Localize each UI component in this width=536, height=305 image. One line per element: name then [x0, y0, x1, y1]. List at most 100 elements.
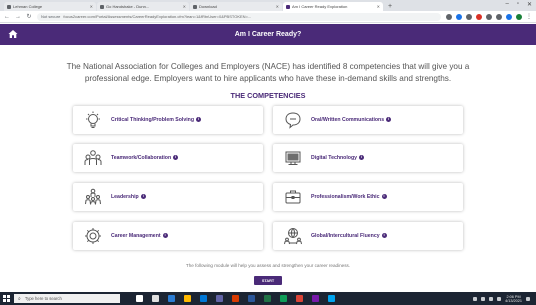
info-icon[interactable]: i — [162, 233, 168, 239]
not-secure-label: Not secure — [41, 14, 61, 19]
battery-icon[interactable] — [497, 296, 502, 301]
info-icon[interactable]: i — [386, 117, 392, 123]
new-tab-button[interactable]: + — [384, 2, 396, 11]
tab-title: Go Handshake - Dunn... — [106, 4, 150, 9]
browser-tab-strip: Lehman College ✕ Go Handshake - Dunn... … — [0, 0, 536, 11]
menu-icon[interactable]: ⋮ — [526, 13, 532, 20]
info-icon[interactable]: i — [173, 155, 179, 161]
competency-card-global-fluency[interactable]: Global/Intercultural Fluency i — [273, 222, 463, 250]
address-bar-row: ← → ↻ Not secure focus2career.com/Portal… — [0, 11, 536, 23]
teams-icon[interactable] — [216, 295, 223, 302]
gears-icon — [83, 226, 103, 246]
forward-icon[interactable]: → — [15, 14, 21, 20]
speech-bubble-icon — [283, 110, 303, 130]
competency-label: Teamwork/Collaboration i — [111, 155, 179, 161]
info-icon[interactable]: i — [140, 194, 146, 200]
favicon-icon — [286, 4, 290, 9]
onenote-icon[interactable] — [312, 295, 319, 302]
competency-card-communications[interactable]: Oral/Written Communications i — [273, 106, 463, 134]
info-icon[interactable]: i — [381, 194, 387, 200]
competency-label: Critical Thinking/Problem Solving i — [111, 117, 202, 123]
favicon-icon — [193, 4, 197, 9]
taskbar-search-input[interactable]: ⌕ Type here to search — [14, 294, 120, 303]
taskbar-apps — [136, 295, 335, 302]
browser-tab-active[interactable]: Am I Career Ready Exploration ✕ — [283, 2, 383, 11]
start-button[interactable]: START — [254, 276, 282, 285]
competencies-heading: THE COMPETENCIES — [230, 91, 306, 100]
extension-icon[interactable] — [486, 13, 492, 20]
back-icon[interactable]: ← — [4, 14, 10, 20]
close-tab-icon[interactable]: ✕ — [87, 4, 93, 9]
edge-icon[interactable] — [200, 295, 207, 302]
close-window-icon[interactable]: ✕ — [527, 1, 532, 8]
global-people-icon — [283, 226, 303, 246]
leadership-icon — [83, 187, 103, 207]
tab-title: Download — [199, 4, 217, 9]
extensions: ⋮ — [446, 13, 532, 20]
network-icon[interactable] — [473, 296, 478, 301]
app-icon[interactable] — [328, 295, 335, 302]
competency-card-critical-thinking[interactable]: Critical Thinking/Problem Solving i — [73, 106, 263, 134]
star-icon[interactable] — [446, 13, 452, 20]
app-icon[interactable] — [152, 295, 159, 302]
excel-icon[interactable] — [264, 295, 271, 302]
briefcase-icon — [283, 187, 303, 207]
task-view-icon[interactable] — [136, 295, 143, 302]
address-input[interactable]: Not secure focus2career.com/Portal/Asses… — [37, 12, 441, 21]
volume-icon[interactable] — [489, 296, 494, 301]
competency-label: Global/Intercultural Fluency i — [311, 233, 387, 239]
extension-icon[interactable] — [476, 13, 482, 20]
close-tab-icon[interactable]: ✕ — [273, 4, 279, 9]
extension-icon[interactable] — [496, 13, 502, 20]
system-tray: 2:06 PM 4/13/2021 — [473, 295, 536, 303]
chevron-up-icon[interactable] — [481, 296, 486, 301]
competency-label: Leadership i — [111, 194, 146, 200]
tab-title: Lehman College — [13, 4, 43, 9]
windows-start-icon[interactable] — [0, 292, 12, 305]
info-icon[interactable]: i — [196, 117, 202, 123]
maximize-icon[interactable]: ▫ — [517, 1, 519, 8]
extension-icon[interactable] — [506, 13, 512, 20]
app-icon[interactable] — [168, 295, 175, 302]
clock[interactable]: 2:06 PM 4/13/2021 — [505, 295, 522, 303]
browser-tab[interactable]: Download ✕ — [190, 2, 282, 11]
team-icon — [83, 148, 103, 168]
home-icon[interactable] — [6, 27, 20, 41]
close-tab-icon[interactable]: ✕ — [180, 4, 186, 9]
competency-card-teamwork[interactable]: Teamwork/Collaboration i — [73, 144, 263, 172]
competency-label: Digital Technology i — [311, 155, 365, 161]
extension-icon[interactable] — [456, 13, 462, 20]
competency-label: Career Management i — [111, 233, 168, 239]
word-icon[interactable] — [248, 295, 255, 302]
info-icon[interactable]: i — [359, 155, 365, 161]
competency-card-leadership[interactable]: Leadership i — [73, 183, 263, 211]
close-tab-icon[interactable]: ✕ — [374, 4, 380, 9]
profile-avatar[interactable] — [516, 13, 522, 20]
powerpoint-icon[interactable] — [232, 295, 239, 302]
minimize-icon[interactable]: – — [505, 1, 508, 8]
window-controls: – ▫ ✕ — [505, 1, 532, 8]
app-icon[interactable] — [296, 295, 303, 302]
page-title: Am I Career Ready? — [234, 31, 302, 38]
lightbulb-icon — [83, 110, 103, 130]
browser-tab[interactable]: Lehman College ✕ — [4, 2, 96, 11]
app-header: Am I Career Ready? — [0, 24, 536, 45]
chrome-icon[interactable] — [280, 295, 287, 302]
browser-tab[interactable]: Go Handshake - Dunn... ✕ — [97, 2, 189, 11]
extension-icon[interactable] — [466, 13, 472, 20]
computer-icon — [283, 148, 303, 168]
notification-icon[interactable] — [526, 296, 530, 301]
file-explorer-icon[interactable] — [184, 295, 191, 302]
info-icon[interactable]: i — [381, 233, 387, 239]
favicon-icon — [7, 4, 11, 9]
reload-icon[interactable]: ↻ — [26, 13, 32, 20]
competency-card-digital-technology[interactable]: Digital Technology i — [273, 144, 463, 172]
search-placeholder: Type here to search — [24, 296, 62, 301]
clock-date: 4/13/2021 — [505, 298, 522, 303]
competency-card-professionalism[interactable]: Professionalism/Work Ethic i — [273, 183, 463, 211]
competency-label: Oral/Written Communications i — [311, 117, 392, 123]
intro-text: The National Association for Colleges an… — [66, 62, 470, 83]
competency-card-career-management[interactable]: Career Management i — [73, 222, 263, 250]
search-icon: ⌕ — [18, 295, 21, 302]
competency-label: Professionalism/Work Ethic i — [311, 194, 387, 200]
